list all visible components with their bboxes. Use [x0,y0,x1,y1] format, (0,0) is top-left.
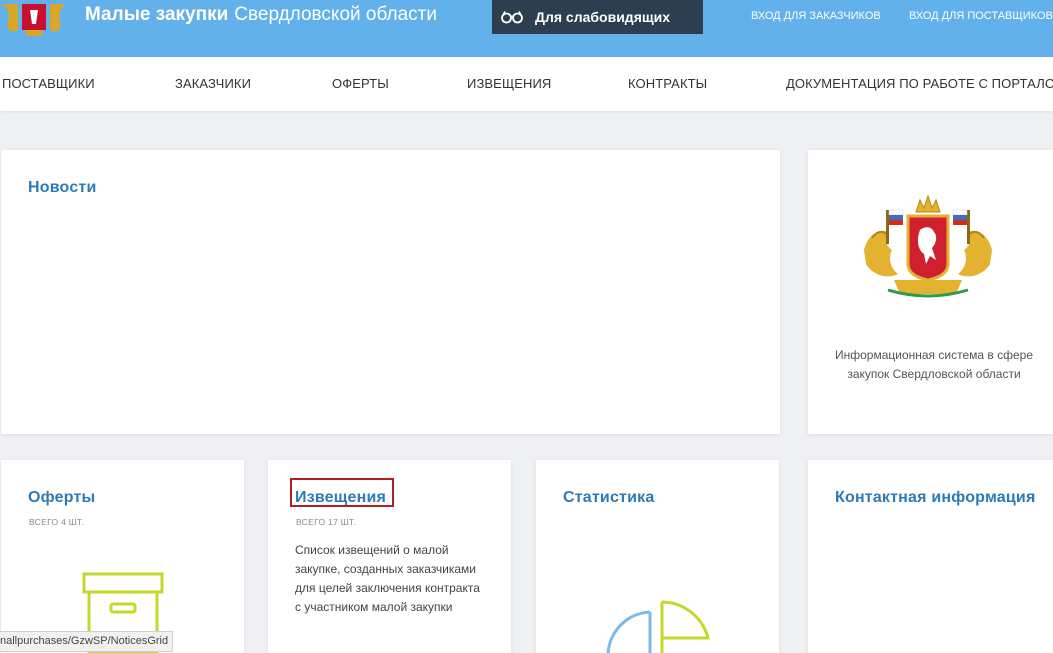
notices-count: ВСЕГО 17 ШТ. [296,517,357,527]
browser-status-url: nallpurchases/GzwSP/NoticesGrid [0,631,174,652]
offers-count: ВСЕГО 4 ШТ. [29,517,85,527]
glasses-icon [501,11,523,24]
info-description: Информационная система в сфере закупок С… [834,348,1033,381]
brand-region: Свердловской области [234,4,437,25]
statistics-title[interactable]: Статистика [563,489,654,507]
contacts-card: Контактная информация [808,460,1053,653]
notices-description: Список извещений о малой закупке, создан… [295,543,480,614]
info-card: Информационная система в сфере закупок С… [808,150,1053,434]
coat-of-arms-logo[interactable] [0,0,68,38]
site-brand[interactable]: Малые закупки Свердловской области [85,4,437,26]
low-vision-label: Для слабовидящих [535,9,671,25]
nav-item-contracts[interactable]: КОНТРАКТЫ [628,76,707,91]
nav-item-customers[interactable]: ЗАКАЗЧИКИ [175,76,251,91]
brand-bold: Малые закупки [85,4,229,25]
login-supplier-link[interactable]: вход для поставщиков [909,10,1053,22]
nav-item-documentation[interactable]: ДОКУМЕНТАЦИЯ ПО РАБОТЕ С ПОРТАЛОМ [786,76,1053,91]
low-vision-button[interactable]: Для слабовидящих [492,0,703,34]
pie-chart-icon [606,600,710,653]
login-customer-link[interactable]: вход для заказчиков [751,10,881,22]
news-title[interactable]: Новости [28,179,97,197]
nav-item-offers[interactable]: ОФЕРТЫ [332,76,389,91]
nav-item-suppliers[interactable]: ПОСТАВЩИКИ [2,76,95,91]
notices-title-highlight [290,478,394,507]
offers-title[interactable]: Оферты [28,489,95,507]
contacts-title[interactable]: Контактная информация [835,489,1035,507]
nav-item-notices[interactable]: ИЗВЕЩЕНИЯ [467,76,551,91]
statistics-card: Статистика [536,460,779,653]
news-card: Новости [1,150,780,434]
top-header: Малые закупки Свердловской области Для сл… [0,0,1053,57]
offers-card: Оферты ВСЕГО 4 ШТ. [1,460,244,653]
main-navigation: ПОСТАВЩИКИ ЗАКАЗЧИКИ ОФЕРТЫ ИЗВЕЩЕНИЯ КО… [0,57,1053,111]
coat-of-arms-emblem [864,194,992,298]
